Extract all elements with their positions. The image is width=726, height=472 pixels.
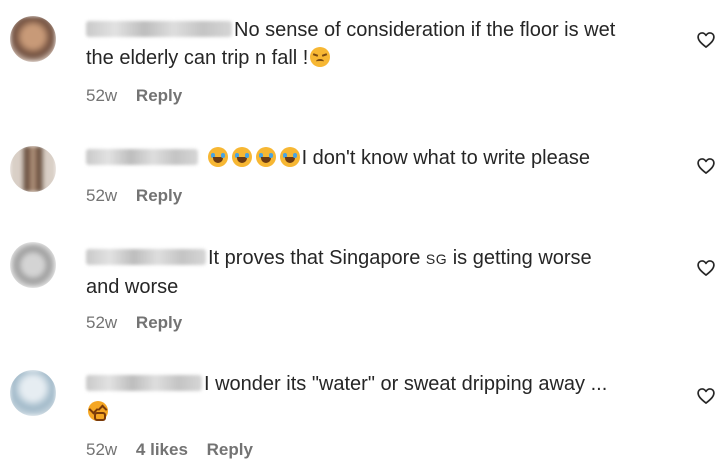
username-blurred[interactable]: [86, 21, 232, 37]
comment-meta: 52w 4 likes Reply: [86, 440, 267, 460]
tears-of-joy-face-icon: [231, 147, 252, 167]
username-blurred[interactable]: [86, 375, 202, 391]
username-blurred[interactable]: [86, 249, 206, 265]
comment-age: 52w: [86, 186, 118, 205]
heart-outline-icon[interactable]: [696, 258, 716, 278]
comment-text: I don't know what to write please: [86, 144, 676, 172]
tired-face-icon: [88, 401, 108, 421]
flag-sg: SG: [425, 251, 448, 267]
comment-age: 52w: [86, 86, 118, 105]
avatar[interactable]: [10, 370, 56, 416]
likes-count[interactable]: 4 likes: [136, 440, 188, 459]
reply-button[interactable]: Reply: [136, 313, 182, 332]
tears-of-joy-face-icon: [207, 147, 228, 167]
reply-button[interactable]: Reply: [207, 440, 253, 459]
reply-button[interactable]: Reply: [136, 86, 182, 105]
comment-meta: 52w Reply: [86, 313, 196, 333]
username-blurred[interactable]: [86, 149, 198, 165]
avatar[interactable]: [10, 16, 56, 62]
heart-outline-icon[interactable]: [696, 30, 716, 50]
tears-of-joy-face-icon: [255, 147, 276, 167]
comment-meta: 52w Reply: [86, 186, 196, 206]
pensive-face-icon: [310, 47, 331, 67]
comment-age: 52w: [86, 440, 118, 459]
comment-meta: 52w Reply: [86, 86, 196, 106]
comment-text: I wonder its "water" or sweat dripping a…: [86, 370, 676, 426]
comment-text: It proves that Singapore SG is getting w…: [86, 247, 592, 298]
heart-outline-icon[interactable]: [696, 386, 716, 406]
heart-outline-icon[interactable]: [696, 156, 716, 176]
comment-age: 52w: [86, 313, 118, 332]
reply-button[interactable]: Reply: [136, 186, 182, 205]
comment-text: No sense of consideration if the floor i…: [86, 19, 616, 69]
tears-of-joy-face-icon: [279, 147, 300, 167]
avatar[interactable]: [10, 146, 56, 192]
avatar[interactable]: [10, 242, 56, 288]
